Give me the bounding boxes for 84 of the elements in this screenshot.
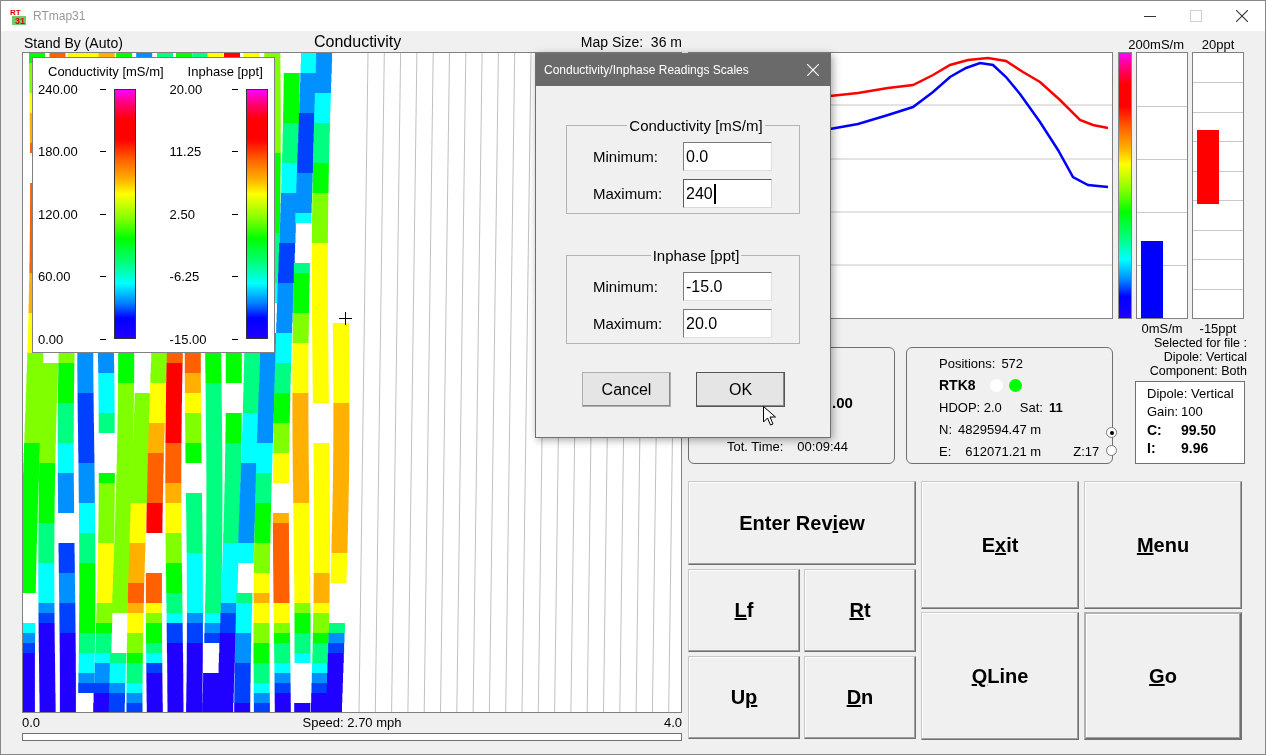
map-title: Conductivity [314, 33, 402, 51]
sat-label: Sat: [1019, 399, 1043, 415]
reading-label: I: [1147, 440, 1157, 458]
selection-heading: Selected for file : [1152, 336, 1247, 350]
field-label: Maximum: [593, 315, 664, 332]
radio-button[interactable] [1106, 445, 1117, 456]
tick-mark [231, 213, 238, 215]
selection-text: Dipole: Vertical [1162, 350, 1247, 364]
north-value: 4829594.47 m [958, 421, 1042, 437]
dialog-button[interactable]: Cancel [582, 372, 671, 407]
selection-text: Component: Both [1148, 364, 1247, 378]
dipole-text: Dipole: Vertical [1147, 386, 1235, 403]
window-title: RTmap31 [33, 9, 86, 23]
scale-label: 2.50 [169, 206, 196, 222]
tick-mark [100, 151, 106, 152]
scale-label: 20.00 [169, 81, 204, 97]
cursor-icon [763, 406, 776, 426]
positions-label: Positions: [939, 355, 996, 371]
scale-label: 240.00 [38, 81, 79, 97]
radio-button[interactable] [1106, 427, 1117, 438]
positions-value: 572 [1001, 355, 1024, 371]
meter-label: 200mS/m [1128, 37, 1184, 52]
axis-label: 0.0 [22, 714, 41, 730]
reading-value: 99.50 [1181, 422, 1217, 440]
group-title: Inphase [ppt] [651, 247, 741, 264]
sat-value: 11 [1049, 399, 1063, 415]
speed-text: Speed: 2.70 mph [302, 714, 402, 730]
scale-label: 60.00 [38, 269, 72, 284]
time-value: 00:09:44 [797, 439, 848, 454]
scale-label: 0.00 [38, 331, 65, 347]
tick-mark [100, 88, 106, 90]
action-button[interactable]: Enter Review [688, 481, 916, 565]
action-button[interactable]: Exit [921, 481, 1079, 609]
close-icon[interactable] [1236, 10, 1248, 22]
status-text: Stand By (Auto) [24, 35, 124, 51]
dialog-button[interactable]: OK [696, 372, 785, 407]
meter-label: 0mS/m [1141, 321, 1183, 336]
input-field[interactable]: -15.0 [683, 272, 772, 301]
action-button[interactable]: Rt [804, 569, 916, 652]
east-label: E: [939, 443, 952, 459]
field-label: Minimum: [593, 148, 659, 165]
reading-value: 9.96 [1181, 440, 1209, 458]
input-field[interactable]: 240 [683, 179, 772, 208]
legend-title: Inphase [ppt] [186, 64, 264, 81]
hdop-text: HDOP: 2.0 [939, 399, 1002, 415]
action-button[interactable]: Lf [688, 569, 800, 652]
crosshair-icon [339, 312, 352, 325]
input-field[interactable]: 0.0 [683, 142, 772, 171]
tick-mark [231, 276, 238, 277]
scale-label: 11.25 [169, 144, 203, 159]
gain-label: Gain: [1147, 404, 1180, 421]
scale-label: -15.00 [169, 331, 208, 347]
legend-title: Conductivity [mS/m] [47, 64, 164, 81]
east-value: 612071.21 m [965, 443, 1042, 459]
action-button[interactable]: Menu [1084, 481, 1242, 609]
tick-mark [100, 213, 106, 215]
north-label: N: [939, 421, 952, 437]
action-button[interactable]: Dn [804, 656, 916, 739]
scale-label: 120.00 [38, 206, 79, 222]
zone-text: Z:17 [1073, 443, 1100, 459]
reading-label: C: [1147, 422, 1163, 440]
tick-mark [100, 276, 106, 277]
tick-mark [231, 151, 238, 152]
dialog-title: Conductivity/Inphase Readings Scales [544, 63, 749, 77]
tick-mark [231, 338, 238, 340]
action-button[interactable]: Up [688, 656, 800, 739]
fix-text: RTK8 [939, 377, 976, 393]
action-button[interactable]: QLine [921, 612, 1079, 740]
tick-mark [100, 338, 106, 340]
scale-label: 180.00 [38, 144, 79, 159]
map-size-text: Map Size: 36 m [580, 34, 682, 51]
input-field[interactable]: 20.0 [683, 309, 772, 338]
tick-mark [231, 88, 238, 90]
axis-label: 4.0 [663, 714, 682, 730]
field-label: Maximum: [593, 185, 664, 202]
gain-value: 100 [1181, 404, 1203, 421]
meter-label: 20ppt [1201, 37, 1235, 52]
meter-label: -15ppt [1199, 321, 1237, 336]
field-label: Minimum: [593, 278, 659, 295]
action-button[interactable]: Go [1084, 612, 1242, 740]
group-title: Conductivity [mS/m] [628, 117, 764, 134]
reading-value: .00 [832, 394, 853, 411]
time-label: Tot. Time: [727, 439, 784, 454]
scale-label: -6.25 [169, 269, 201, 284]
